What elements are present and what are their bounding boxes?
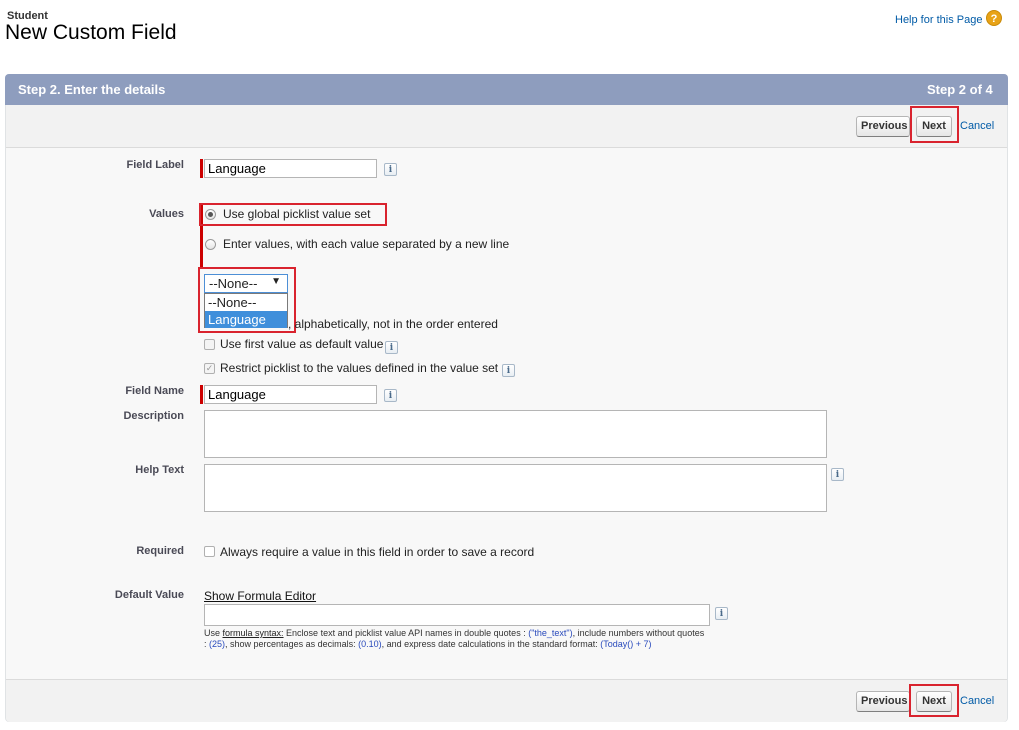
previous-button-bottom[interactable]: Previous	[856, 691, 910, 712]
chevron-down-icon: ▼	[271, 276, 281, 287]
required-label: Required	[136, 545, 184, 557]
help-icon[interactable]: ?	[986, 10, 1002, 26]
help-text-info-icon[interactable]: i	[831, 468, 844, 481]
hint-text-1: Enclose text and picklist value API name…	[283, 628, 529, 638]
hint-prefix: Use	[204, 628, 223, 638]
select-option-highlighted[interactable]: Language	[205, 311, 287, 328]
restrict-info-icon[interactable]: i	[502, 364, 515, 377]
default-value-label: Default Value	[114, 589, 184, 601]
step-title: Step 2. Enter the details	[18, 82, 166, 97]
field-name-required-indicator	[200, 385, 203, 404]
help-text-textarea[interactable]	[204, 464, 827, 512]
hint-code-4: (Today() + 7)	[600, 639, 652, 649]
description-label: Description	[123, 410, 184, 422]
field-label-input[interactable]: Language	[204, 159, 377, 178]
hint-code-1: ("the_text")	[528, 628, 573, 638]
restrict-label: Restrict picklist to the values defined …	[220, 361, 499, 375]
field-name-info-icon[interactable]: i	[384, 389, 397, 402]
show-formula-editor-link[interactable]: Show Formula Editor	[204, 589, 316, 603]
global-picklist-radio[interactable]	[205, 209, 216, 220]
field-label-label: Field Label	[126, 159, 184, 171]
required-checkbox[interactable]	[204, 546, 215, 557]
help-text-label: Help Text	[135, 464, 184, 476]
default-value-info-icon[interactable]: i	[715, 607, 728, 620]
global-picklist-option-label: Use global picklist value set	[223, 207, 371, 221]
description-textarea[interactable]	[204, 410, 827, 458]
enter-values-option-label: Enter values, with each value separated …	[223, 237, 510, 251]
default-value-input[interactable]	[204, 604, 710, 626]
field-label-info-icon[interactable]: i	[384, 163, 397, 176]
select-options-list: --None-- Language	[204, 293, 288, 328]
next-button-top[interactable]: Next	[916, 116, 952, 137]
default-first-checkbox[interactable]	[204, 339, 215, 350]
next-button-bottom[interactable]: Next	[916, 691, 952, 712]
cancel-link-top[interactable]: Cancel	[960, 120, 994, 132]
hint-code-3: (0.10)	[358, 639, 382, 649]
hint-text-3: , show percentages as decimals:	[225, 639, 359, 649]
hint-code-2: (25)	[209, 639, 226, 649]
help-link[interactable]: Help for this Page	[895, 14, 982, 26]
restrict-checkbox[interactable]: ✓	[204, 363, 215, 374]
select-current-value: --None--	[209, 276, 258, 291]
sort-alphabetically-label: , alphabetically, not in the order enter…	[288, 317, 498, 331]
global-value-set-select[interactable]: --None-- ▼	[204, 274, 288, 293]
default-first-info-icon[interactable]: i	[385, 341, 398, 354]
values-label: Values	[149, 208, 184, 220]
formula-syntax-link[interactable]: formula syntax:	[223, 628, 284, 638]
page-title: New Custom Field	[5, 21, 177, 44]
select-option[interactable]: --None--	[205, 294, 287, 311]
formula-hint: Use formula syntax: Enclose text and pic…	[204, 628, 709, 650]
default-first-label: Use first value as default value	[220, 337, 384, 351]
enter-values-radio[interactable]	[205, 239, 216, 250]
field-name-label: Field Name	[125, 385, 184, 397]
step-count: Step 2 of 4	[927, 82, 993, 97]
values-required-indicator	[200, 204, 203, 268]
previous-button-top[interactable]: Previous	[856, 116, 910, 137]
field-name-input[interactable]: Language	[204, 385, 377, 404]
field-label-required-indicator	[200, 159, 203, 178]
hint-text-4: , and express date calculations in the s…	[381, 639, 601, 649]
required-checkbox-label: Always require a value in this field in …	[220, 545, 535, 559]
cancel-link-bottom[interactable]: Cancel	[960, 695, 994, 707]
